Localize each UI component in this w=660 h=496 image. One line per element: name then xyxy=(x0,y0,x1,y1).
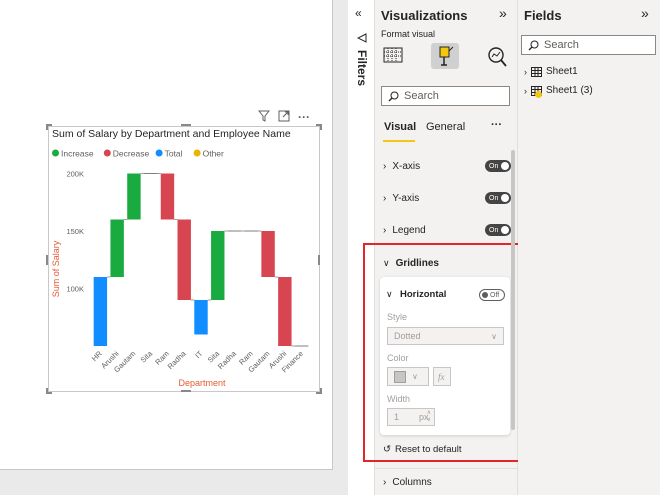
search-placeholder: Search xyxy=(404,90,439,102)
waterfall-bar[interactable] xyxy=(211,231,225,300)
filter-arrow-icon xyxy=(356,30,367,48)
field-label: Sheet1 (3) xyxy=(546,85,593,96)
waterfall-bar[interactable] xyxy=(110,219,124,278)
waterfall-bar[interactable] xyxy=(93,277,108,346)
filter-icon[interactable] xyxy=(257,110,271,125)
field-table-sheet1-3[interactable]: › Sheet1 (3) xyxy=(524,85,593,98)
legend-label[interactable]: Total xyxy=(165,149,183,159)
section-label: Columns xyxy=(392,476,432,488)
chevron-right-icon: › xyxy=(383,476,387,488)
section-label: Legend xyxy=(392,224,426,236)
x-axis: HRArushiGautam Sita RamRadha IT SitaRadha Ram… xyxy=(90,348,305,374)
format-visual-label: Format visual xyxy=(381,29,436,39)
bars xyxy=(93,173,309,347)
build-visual-icon[interactable] xyxy=(383,46,403,71)
tab-visual[interactable]: Visual xyxy=(384,121,416,133)
legend-marker xyxy=(52,149,59,157)
format-visual-icon[interactable] xyxy=(431,43,459,69)
waterfall-bar[interactable] xyxy=(127,173,141,220)
fields-search-input[interactable]: Search xyxy=(521,35,656,55)
legend-marker xyxy=(103,149,111,157)
field-table-sheet1[interactable]: › Sheet1 xyxy=(524,66,578,77)
focus-mode-icon[interactable] xyxy=(278,110,290,125)
legend-marker xyxy=(193,149,201,157)
table-icon xyxy=(531,85,542,98)
visual-header: ··· xyxy=(257,110,310,125)
viz-search-input[interactable]: Search xyxy=(381,86,510,106)
search-placeholder: Search xyxy=(544,39,579,51)
y-tick-label: 200K xyxy=(66,170,84,179)
search-icon xyxy=(528,40,539,50)
y-axis-title: Sum of Salary xyxy=(51,240,61,297)
more-options-icon[interactable]: ··· xyxy=(491,119,502,131)
filters-label[interactable]: Filters xyxy=(353,50,369,86)
fields-title: Fields xyxy=(524,8,562,23)
viz-pane-scrollbar[interactable] xyxy=(511,150,515,430)
chevron-right-icon: › xyxy=(383,160,387,172)
visualizations-title: Visualizations xyxy=(381,8,468,23)
y-tick-label: 100K xyxy=(66,285,84,294)
search-icon xyxy=(388,91,399,101)
tab-active-indicator xyxy=(383,140,415,142)
chevron-right-icon: › xyxy=(524,66,527,77)
x-tick-label: Radha xyxy=(216,348,239,371)
section-columns[interactable]: › Columns xyxy=(379,468,512,496)
waterfall-bar[interactable] xyxy=(278,277,292,346)
section-label: X-axis xyxy=(392,160,421,172)
selected-dot-icon xyxy=(535,90,542,98)
chevron-right-double-icon[interactable]: » xyxy=(499,5,507,21)
chevron-right-icon: › xyxy=(383,224,387,236)
x-tick-label: IT xyxy=(193,349,204,360)
waterfall-bar[interactable] xyxy=(261,231,275,277)
y-tick-label: 150K xyxy=(66,227,84,236)
x-tick-label: Sita xyxy=(139,348,155,364)
x-axis-title: Department xyxy=(178,378,226,388)
legend-label[interactable]: Decrease xyxy=(113,149,150,159)
analytics-icon[interactable] xyxy=(486,46,508,73)
table-icon xyxy=(531,66,542,77)
chevron-right-icon: › xyxy=(524,85,527,96)
legend-label[interactable]: Other xyxy=(203,149,224,159)
waterfall-bar[interactable] xyxy=(177,219,191,301)
chevron-right-icon: › xyxy=(383,192,387,204)
x-tick-label: Radha xyxy=(166,348,189,371)
legend-label[interactable]: Increase xyxy=(61,149,94,159)
tab-general[interactable]: General xyxy=(426,121,465,133)
field-label: Sheet1 xyxy=(546,66,578,77)
legend-marker xyxy=(155,149,163,157)
highlight-frame xyxy=(363,243,543,462)
section-label: Y-axis xyxy=(392,192,420,204)
canvas-scroll-gutter xyxy=(333,0,348,495)
canvas-bottom-gutter xyxy=(0,470,348,495)
waterfall-bar[interactable] xyxy=(194,300,208,335)
xaxis-toggle[interactable]: On xyxy=(485,160,511,172)
yaxis-toggle[interactable]: On xyxy=(485,192,511,204)
chevron-left-double-icon[interactable]: « xyxy=(355,6,362,20)
chart-legend: Increase Decrease Total Other xyxy=(52,149,224,159)
legend-toggle[interactable]: On xyxy=(485,224,511,236)
y-axis: 100K 150K 200K xyxy=(66,170,84,294)
waterfall-bar[interactable] xyxy=(160,173,175,220)
more-options-icon[interactable]: ··· xyxy=(298,110,310,125)
chart-title: Sum of Salary by Department and Employee… xyxy=(52,128,291,140)
waterfall-chart: Sum of Salary by Department and Employee… xyxy=(51,128,309,388)
chevron-right-double-icon[interactable]: » xyxy=(641,5,649,21)
